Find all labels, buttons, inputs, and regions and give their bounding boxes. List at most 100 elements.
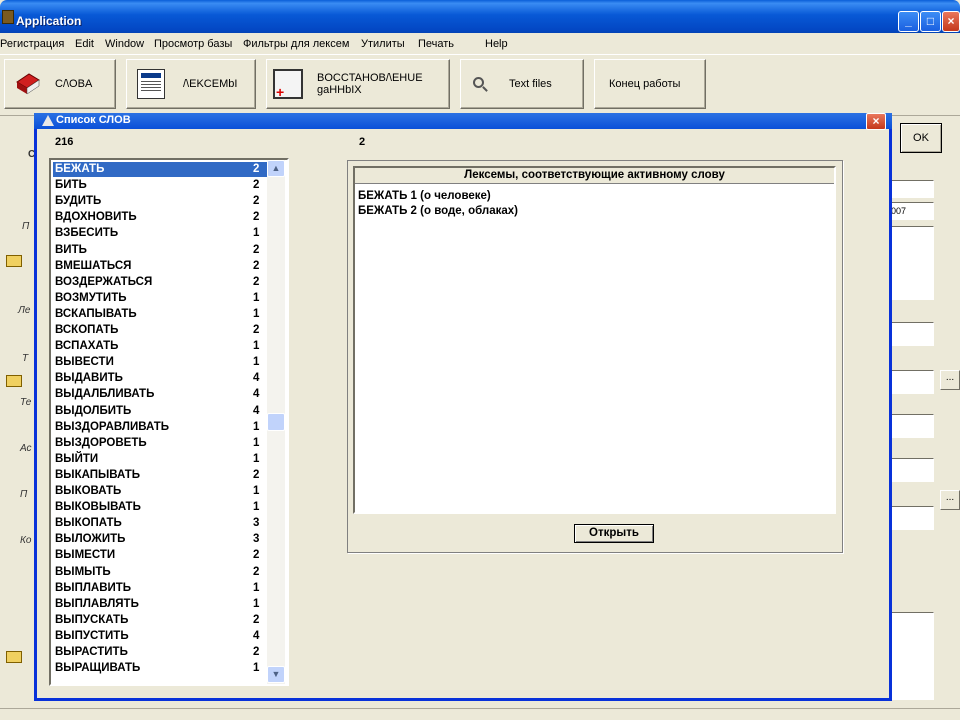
word-list-item[interactable]: ВДОХНОВИТЬ 2	[53, 210, 267, 225]
bg-field[interactable]	[890, 370, 934, 394]
status-bar	[0, 708, 960, 720]
word-list-item[interactable]: ВЫКОВЫВАТЬ 1	[53, 500, 267, 515]
word-list-item[interactable]: ВЫПЛАВЛЯТЬ 1	[53, 597, 267, 612]
word-list-item[interactable]: ВЫКАПЫВАТЬ 2	[53, 468, 267, 483]
word-list-item[interactable]: БУДИТЬ 2	[53, 194, 267, 209]
lexeme-count-cell: 3	[253, 517, 260, 530]
lexeme-listbox[interactable]: Лексемы, соответствующие активному слову…	[353, 166, 836, 514]
words-button[interactable]: C/\OBA	[4, 59, 116, 109]
menu-bar: Регистрация Edit Window Просмотр базы Фи…	[0, 34, 960, 54]
word-label: ВЫДАЛБЛИВАТЬ	[55, 388, 155, 401]
bg-field[interactable]	[890, 506, 934, 530]
lexeme-count-cell: 2	[253, 163, 260, 175]
scroll-thumb[interactable]	[267, 413, 285, 431]
lexeme-item[interactable]: БЕЖАТЬ 2 (о воде, облаках)	[358, 204, 518, 218]
ok-button[interactable]: OK	[900, 123, 942, 153]
folder-icon[interactable]	[6, 255, 22, 267]
word-label: ВИТЬ	[55, 243, 87, 256]
bg-field[interactable]	[890, 180, 934, 198]
minimize-button[interactable]: _	[898, 11, 919, 32]
bg-memo-field[interactable]	[890, 226, 934, 300]
scroll-up-icon[interactable]: ▲	[267, 160, 285, 177]
menu-edit[interactable]: Edit	[75, 38, 94, 50]
word-list-item[interactable]: ВЫЗДОРОВЕТЬ 1	[53, 436, 267, 451]
word-list-item[interactable]: ВСКАПЫВАТЬ 1	[53, 307, 267, 322]
exit-button-label: Конец работы	[609, 78, 681, 90]
menu-registration[interactable]: Регистрация	[0, 38, 64, 50]
word-list-item[interactable]: ВОЗДЕРЖАТЬСЯ 2	[53, 275, 267, 290]
open-button[interactable]: Открыть	[574, 524, 654, 543]
scroll-down-icon[interactable]: ▼	[267, 666, 285, 683]
lexeme-count-cell: 2	[253, 211, 260, 224]
menu-window[interactable]: Window	[105, 38, 144, 50]
lexeme-count-cell: 1	[253, 581, 260, 594]
word-list-item[interactable]: ВЫВЕСТИ 1	[53, 355, 267, 370]
word-list-item[interactable]: ВЫЗДОРАВЛИВАТЬ 1	[53, 420, 267, 435]
lexeme-count-cell: 2	[253, 646, 260, 658]
word-count: 216	[55, 136, 74, 148]
word-label: ВЫМЕСТИ	[55, 549, 116, 562]
close-button[interactable]: ×	[942, 11, 960, 32]
dialog-close-button[interactable]: ×	[866, 113, 886, 130]
word-label: ВЫЙТИ	[55, 452, 99, 465]
lexemes-button[interactable]: /\EKCEMbI	[126, 59, 256, 109]
browse-button[interactable]: ...	[940, 370, 960, 390]
word-list-item[interactable]: ВЗБЕСИТЬ 1	[53, 226, 267, 241]
menu-lexeme-filters[interactable]: Фильтры для лексем	[243, 38, 349, 50]
folder-icon[interactable]	[6, 375, 22, 387]
word-list-item[interactable]: ВМЕШАТЬСЯ 2	[53, 259, 267, 274]
exit-button[interactable]: Конец работы	[594, 59, 706, 109]
word-listbox[interactable]: БЕЖАТЬ 2 БИТЬ 2 БУДИТЬ 2 ВДОХНОВИТЬ 2 ВЗБЕСИТЬ 1 В…	[49, 158, 289, 686]
word-label: ВЫПЛАВЛЯТЬ	[55, 597, 139, 610]
word-list-item[interactable]: ВЫПУСТИТЬ 4	[53, 629, 267, 644]
folder-icon[interactable]	[6, 651, 22, 663]
browse-button[interactable]: ...	[940, 490, 960, 510]
word-label: ВСКАПЫВАТЬ	[55, 307, 137, 320]
word-list-item[interactable]: ВЫРАСТИТЬ 2	[53, 645, 267, 660]
word-label: ВЫВЕСТИ	[55, 356, 114, 369]
word-list-item[interactable]: ВЫМЫТЬ 2	[53, 565, 267, 580]
lexeme-count-cell: 2	[253, 275, 260, 288]
lexeme-count-cell: 1	[253, 420, 260, 433]
word-list-item[interactable]: ВСКОПАТЬ 2	[53, 323, 267, 338]
menu-help[interactable]: Help	[485, 38, 508, 50]
word-list-item[interactable]: ВЫПЛАВИТЬ 1	[53, 581, 267, 596]
word-list-item[interactable]: ВЫМЕСТИ 2	[53, 548, 267, 563]
word-label: ВОЗМУТИТЬ	[55, 291, 127, 304]
word-list-item[interactable]: ВЫДАЛБЛИВАТЬ 4	[53, 387, 267, 402]
word-list-scrollbar[interactable]: ▲ ▼	[267, 160, 285, 684]
word-label: ВЫМЫТЬ	[55, 565, 111, 578]
bg-date-field[interactable]: 007	[890, 202, 934, 220]
menu-utilities[interactable]: Утилиты	[361, 38, 405, 50]
text-files-button[interactable]: Text files	[460, 59, 584, 109]
word-list-item[interactable]: ВОЗМУТИТЬ 1	[53, 291, 267, 306]
lexeme-item[interactable]: БЕЖАТЬ 1 (о человеке)	[358, 189, 491, 203]
bg-field[interactable]	[890, 458, 934, 482]
word-list-item[interactable]: ВЫРАЩИВАТЬ 1	[53, 661, 267, 676]
word-list-item[interactable]: ВЫКОВАТЬ 1	[53, 484, 267, 499]
word-list-item[interactable]: ВЫДАВИТЬ 4	[53, 371, 267, 386]
word-list-item[interactable]: ВЫКОПАТЬ 3	[53, 516, 267, 531]
menu-browse-db[interactable]: Просмотр базы	[154, 38, 232, 50]
word-list-item[interactable]: ВЫЛОЖИТЬ 3	[53, 532, 267, 547]
word-list-item[interactable]: ВЫДОЛБИТЬ 4	[53, 404, 267, 419]
bg-field[interactable]	[890, 322, 934, 346]
menu-print[interactable]: Печать	[418, 38, 454, 50]
word-list-item[interactable]: ВСПАХАТЬ 1	[53, 339, 267, 354]
bg-memo-field[interactable]	[890, 612, 934, 700]
word-list-item[interactable]: ВЫПУСКАТЬ 2	[53, 613, 267, 628]
bg-field[interactable]	[890, 414, 934, 438]
word-list-item[interactable]: БЕЖАТЬ 2	[53, 162, 267, 177]
word-list-item[interactable]: ВИТЬ 2	[53, 243, 267, 258]
maximize-button[interactable]: □	[920, 11, 941, 32]
restore-data-button[interactable]: BOCCTAHOB/\EHUE gaHHbIX	[266, 59, 450, 109]
word-label: БЕЖАТЬ	[55, 163, 105, 175]
lexeme-count-cell: 1	[253, 452, 260, 465]
lexeme-count-cell: 2	[253, 324, 260, 336]
lexeme-count-cell: 4	[253, 404, 260, 417]
lexeme-count-cell: 1	[253, 227, 260, 240]
lexeme-count-cell: 2	[253, 549, 260, 562]
word-list-item[interactable]: ВЫЙТИ 1	[53, 452, 267, 467]
word-label: ВЫКОВАТЬ	[55, 485, 122, 497]
word-list-item[interactable]: БИТЬ 2	[53, 178, 267, 193]
